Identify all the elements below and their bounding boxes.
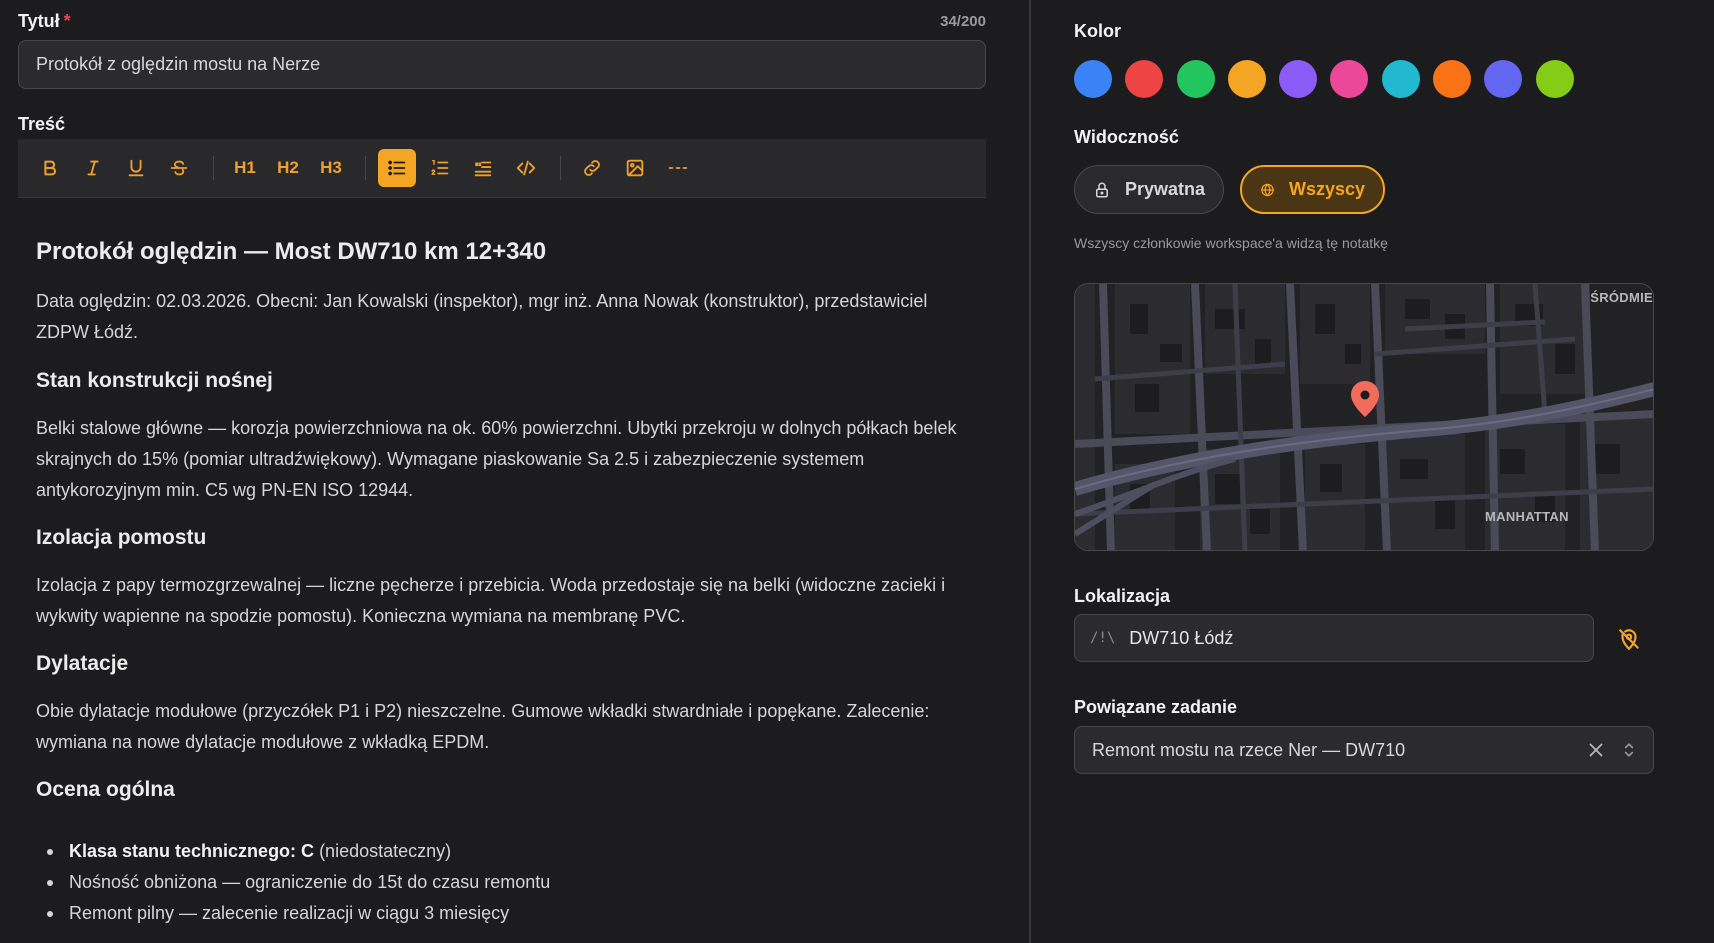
note-editor: Tytuł * 34/200 Protokół z oględzin mostu … — [0, 0, 1030, 943]
image-icon — [626, 159, 644, 177]
image-button[interactable] — [616, 149, 654, 187]
color-picker — [1074, 60, 1587, 98]
content-label: Treść — [18, 114, 66, 134]
bold-button[interactable] — [31, 149, 69, 187]
document-heading: Protokół oględzin — Most DW710 km 12+340 — [36, 238, 547, 265]
location-off-icon[interactable] — [1616, 626, 1642, 652]
title-char-counter: 34/200 — [940, 12, 986, 30]
summary-list: Klasa stanu technicznego: C (niedostatec… — [36, 836, 550, 929]
section-heading: Izolacja pomostu — [36, 526, 207, 549]
map-district-label: MANHATTAN — [1485, 509, 1569, 524]
list-item: Nośność obniżona — ograniczenie do 15t d… — [36, 867, 550, 898]
location-value: DW710 Łódź — [1129, 627, 1234, 648]
strikethrough-icon — [170, 160, 188, 176]
list-item: Remont pilny — zalecenie realizacji w ci… — [36, 898, 550, 929]
color-swatch[interactable] — [1074, 60, 1112, 98]
visibility-all-label: Wszyscy — [1288, 179, 1365, 199]
toolbar-separator — [365, 156, 366, 180]
color-swatch[interactable] — [1176, 60, 1215, 98]
section-paragraph: Obie dylatacje modułowe (przyczółek P1 i… — [36, 701, 930, 752]
toolbar-separator — [213, 156, 214, 180]
list-item: Klasa stanu technicznego: C (niedostatec… — [36, 836, 550, 867]
related-task-value: Remont mostu na rzece Ner — DW710 — [1092, 739, 1406, 760]
color-swatch[interactable] — [1125, 60, 1164, 98]
section-paragraph: Izolacja z papy termozgrzewalnej — liczn… — [36, 575, 946, 626]
heading3-label: H3 — [320, 158, 342, 177]
title-input[interactable]: Protokół z oględzin mostu na Nerze — [18, 40, 986, 89]
visibility-options: Prywatna Wszyscy — [1074, 165, 1385, 214]
title-label: Tytuł * — [18, 10, 71, 31]
heading2-label: H2 — [277, 158, 299, 177]
section-heading: Ocena ogólna — [36, 778, 175, 801]
dashed-line-icon — [668, 167, 688, 169]
underline-icon — [128, 159, 144, 177]
list-item-text: Nośność obniżona — ograniczenie do 15t d… — [69, 872, 551, 892]
required-mark: * — [63, 10, 71, 31]
horizontal-rule-button[interactable] — [659, 149, 697, 187]
list-item-text: (niedostateczny) — [314, 841, 452, 861]
blockquote-button[interactable] — [464, 149, 502, 187]
color-swatch[interactable] — [1535, 60, 1574, 98]
quote-list-icon — [474, 161, 492, 177]
color-swatch[interactable] — [1330, 60, 1369, 98]
note-settings-panel: Kolor Widoczność Prywatna Wszyscy Wszysc… — [1031, 0, 1714, 943]
heading2-button[interactable]: H2 — [269, 149, 307, 187]
location-label: Lokalizacja — [1074, 586, 1171, 606]
related-task-label: Powiązane zadanie — [1074, 697, 1238, 717]
visibility-label: Widoczność — [1074, 127, 1179, 147]
link-button[interactable] — [573, 149, 611, 187]
strikethrough-button[interactable] — [160, 149, 198, 187]
color-swatch[interactable] — [1484, 60, 1523, 98]
location-input[interactable]: /!\ DW710 Łódź — [1074, 614, 1594, 662]
color-swatch[interactable] — [1227, 60, 1266, 98]
toolbar-separator — [560, 156, 561, 180]
map-district-label: ŚRÓDMIE — [1590, 290, 1653, 305]
ordered-list-icon — [431, 159, 449, 175]
clear-icon[interactable] — [1585, 739, 1607, 761]
underline-button[interactable] — [117, 149, 155, 187]
ordered-list-button[interactable] — [421, 149, 459, 187]
code-icon — [516, 160, 536, 176]
globe-icon — [1261, 182, 1274, 197]
intro-paragraph: Data oględzin: 02.03.2026. Obecni: Jan K… — [36, 291, 928, 342]
visibility-help-text: Wszyscy członkowie workspace'a widzą tę … — [1074, 235, 1388, 251]
italic-icon — [87, 160, 99, 176]
visibility-all-button[interactable]: Wszyscy — [1240, 165, 1385, 214]
title-row: Tytuł * 34/200 — [18, 10, 986, 32]
visibility-private-button[interactable]: Prywatna — [1074, 165, 1224, 214]
lock-icon — [1095, 182, 1108, 197]
section-heading: Dylatacje — [36, 652, 129, 675]
heading1-label: H1 — [234, 158, 256, 177]
location-map[interactable]: ŚRÓDMIE MANHATTAN — [1074, 283, 1654, 551]
color-swatch[interactable] — [1381, 60, 1420, 98]
bullet-list-icon — [388, 160, 406, 176]
bullet-list-button[interactable] — [378, 149, 416, 187]
location-warning-icon: /!\ — [1090, 630, 1116, 646]
color-swatch[interactable] — [1279, 60, 1318, 98]
visibility-private-label: Prywatna — [1124, 179, 1205, 199]
heading1-button[interactable]: H1 — [226, 149, 264, 187]
color-swatch[interactable] — [1433, 60, 1472, 98]
list-item-text: Remont pilny — zalecenie realizacji w ci… — [69, 903, 510, 923]
bold-icon — [44, 160, 56, 176]
link-icon — [584, 160, 600, 176]
heading3-button[interactable]: H3 — [312, 149, 350, 187]
list-item-bold: Klasa stanu technicznego: C — [69, 841, 315, 861]
color-label: Kolor — [1074, 21, 1121, 41]
italic-button[interactable] — [74, 149, 112, 187]
formatting-toolbar: H1 H2 H3 — [18, 139, 986, 198]
related-task-select[interactable]: Remont mostu na rzece Ner — DW710 — [1074, 726, 1654, 774]
title-input-value: Protokół z oględzin mostu na Nerze — [36, 54, 321, 74]
code-button[interactable] — [507, 149, 545, 187]
section-heading: Stan konstrukcji nośnej — [36, 369, 273, 392]
section-paragraph: Belki stalowe główne — korozja powierzch… — [36, 418, 957, 500]
chevron-up-down-icon[interactable] — [1619, 739, 1639, 761]
